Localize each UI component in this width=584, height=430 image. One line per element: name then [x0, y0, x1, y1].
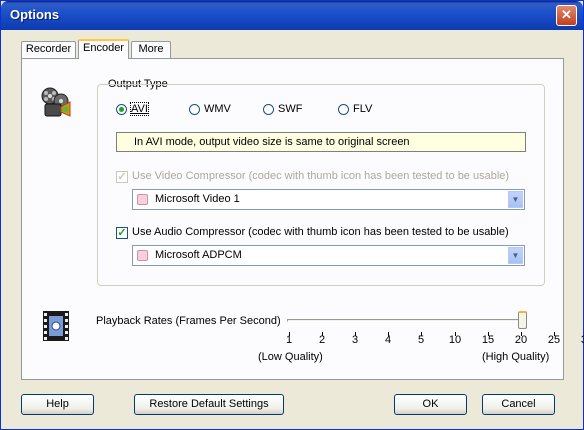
radio-avi-label: AVI — [130, 102, 149, 116]
slider-tick-label: 4 — [384, 334, 392, 346]
window-title: Options — [10, 7, 60, 22]
low-quality-label: (Low Quality) — [258, 351, 323, 363]
radio-wmv-indicator — [189, 104, 200, 115]
tab-encoder[interactable]: Encoder — [78, 39, 129, 59]
audio-codec-select[interactable]: Microsoft ADPCM ▼ — [132, 245, 525, 266]
slider-tick-label: 1 — [285, 334, 293, 346]
ok-button-label: OK — [422, 398, 439, 410]
audio-codec-value: Microsoft ADPCM — [155, 249, 242, 261]
restore-defaults-label: Restore Default Settings — [149, 398, 269, 410]
tab-encoder-label: Encoder — [83, 42, 124, 54]
help-button[interactable]: Help — [21, 394, 94, 415]
slider-tick-label: 3 — [351, 334, 359, 346]
film-strip-icon — [43, 311, 69, 341]
radio-flv[interactable]: FLV — [338, 103, 378, 117]
radio-avi[interactable]: AVI — [116, 102, 156, 117]
audio-compressor-check-icon: ✓ — [116, 227, 128, 239]
tab-more[interactable]: More — [131, 41, 171, 58]
slider-tick-label: 10 — [448, 334, 462, 346]
radio-flv-indicator — [338, 104, 349, 115]
radio-wmv[interactable]: WMV — [189, 103, 234, 117]
slider-tick-label: 25 — [547, 334, 561, 346]
restore-defaults-button[interactable]: Restore Default Settings — [134, 394, 284, 415]
playback-rate-slider-track[interactable] — [287, 319, 525, 322]
tab-recorder-label: Recorder — [25, 43, 72, 55]
slider-tick-label: 5 — [417, 334, 425, 346]
radio-swf-indicator — [263, 104, 274, 115]
playback-rate-slider-thumb[interactable] — [518, 311, 527, 329]
playback-rate-label: Playback Rates (Frames Per Second) — [96, 315, 281, 327]
avi-mode-info: In AVI mode, output video size is same t… — [116, 132, 526, 152]
radio-flv-label: FLV — [353, 103, 373, 115]
tab-recorder[interactable]: Recorder — [21, 41, 76, 58]
video-compressor-check-icon: ✓ — [116, 171, 128, 183]
options-dialog: Options ✕ Recorder Encoder More Output T… — [0, 0, 584, 430]
radio-wmv-label: WMV — [204, 103, 231, 115]
chevron-down-icon[interactable]: ▼ — [508, 247, 523, 264]
cancel-button[interactable]: Cancel — [482, 394, 555, 415]
slider-tick-label: 20 — [514, 334, 528, 346]
codec-icon — [137, 250, 148, 261]
radio-swf[interactable]: SWF — [263, 103, 305, 117]
radio-swf-label: SWF — [278, 103, 303, 115]
video-compressor-label: Use Video Compressor (codec with thumb i… — [132, 170, 510, 182]
help-button-label: Help — [46, 398, 69, 410]
close-button[interactable]: ✕ — [556, 5, 577, 26]
slider-tick-label: 30 — [580, 334, 584, 346]
cancel-button-label: Cancel — [501, 398, 536, 410]
tab-more-label: More — [138, 43, 164, 55]
film-reel-icon — [41, 87, 71, 117]
slider-tick-label: 15 — [481, 334, 495, 346]
codec-icon — [137, 194, 148, 205]
video-codec-value: Microsoft Video 1 — [155, 193, 240, 205]
title-bar[interactable]: Options ✕ — [1, 1, 583, 30]
ok-button[interactable]: OK — [394, 394, 467, 415]
high-quality-label: (High Quality) — [482, 351, 550, 363]
audio-compressor-label: Use Audio Compressor (codec with thumb i… — [132, 226, 509, 238]
slider-tick-label: 2 — [318, 334, 326, 346]
radio-avi-indicator — [116, 104, 127, 115]
chevron-down-icon[interactable]: ▼ — [508, 191, 523, 208]
video-codec-select[interactable]: Microsoft Video 1 ▼ — [132, 189, 525, 210]
close-icon: ✕ — [561, 7, 572, 22]
